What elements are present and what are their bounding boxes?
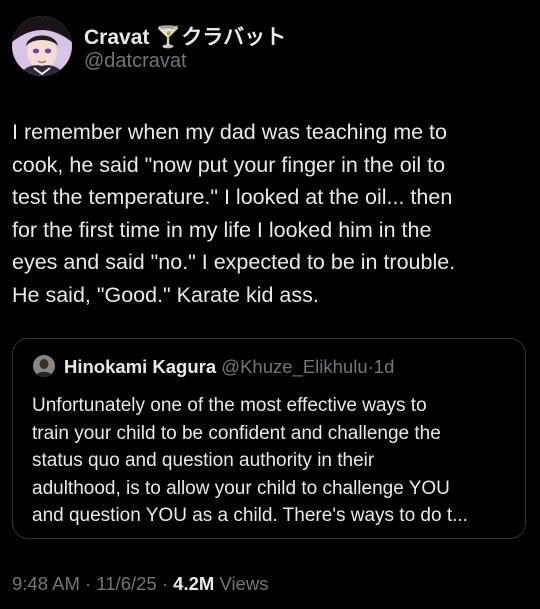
quote-author-avatar[interactable] (33, 355, 55, 377)
author-avatar[interactable] (12, 16, 72, 76)
quote-author-name[interactable]: Hinokami Kagura (64, 356, 216, 377)
tweet-date[interactable]: 11/6/25 (96, 573, 156, 594)
tweet-time[interactable]: 9:48 AM (12, 573, 80, 594)
tweet-text: I remember when my dad was teaching me t… (12, 120, 456, 307)
views-label: Views (219, 573, 269, 594)
quote-timestamp[interactable]: 1d (374, 356, 395, 377)
author-handle[interactable]: @datcravat (84, 50, 187, 73)
author-display-name[interactable]: Cravat 🍸クラバット (84, 21, 286, 51)
avatar-image (12, 16, 72, 76)
quoted-tweet-card[interactable]: Hinokami Kagura @Khuze_Elikhulu·1d Unfor… (12, 338, 526, 539)
quote-avatar-image (33, 355, 55, 377)
meta-separator: · (85, 573, 92, 594)
quote-header: Hinokami Kagura @Khuze_Elikhulu·1d (64, 356, 394, 378)
meta-separator-2: · (161, 573, 169, 594)
quote-author-handle[interactable]: @Khuze_Elikhulu (221, 356, 367, 377)
quote-text: Unfortunately one of the most effective … (32, 395, 468, 527)
views-count: 4.2M (173, 573, 215, 594)
tweet-meta: 9:48 AM · 11/6/25 · 4.2M Views (12, 573, 268, 595)
